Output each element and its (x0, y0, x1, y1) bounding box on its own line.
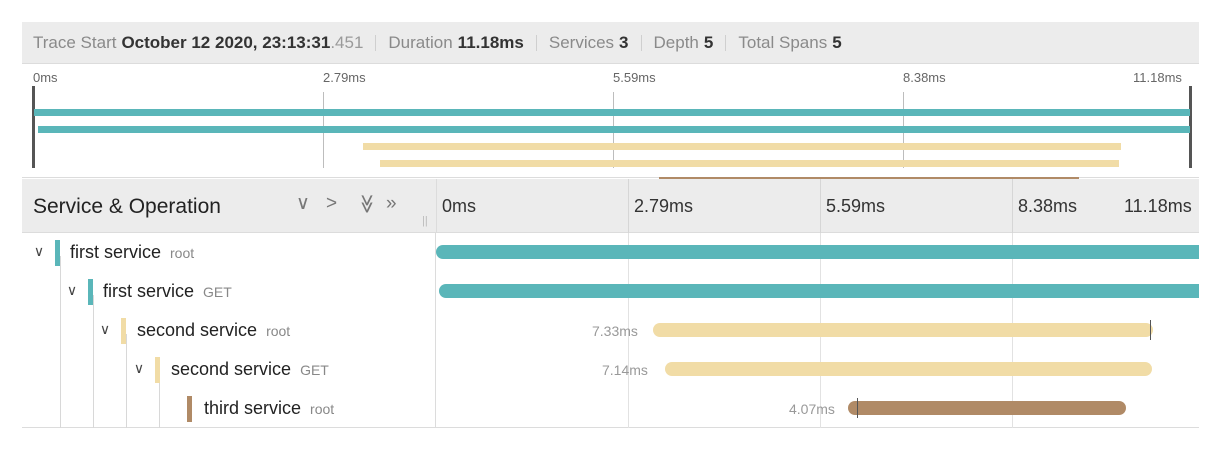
total-spans-value: 5 (832, 32, 842, 52)
collapse-one-button[interactable]: ∨ (296, 193, 310, 215)
service-name: third service root (204, 398, 335, 418)
timeline-gridline (820, 179, 821, 233)
span-bar[interactable] (436, 245, 1199, 259)
timeline-tick-label: 2.79ms (634, 196, 694, 216)
timeline-gridline (1012, 179, 1013, 233)
trace-page: Trace Start October 12 2020, 23:13:31.45… (22, 22, 1199, 430)
minimap-tick-label: 0ms (33, 70, 58, 85)
trace-minimap[interactable]: 0ms 2.79ms 5.59ms 8.38ms 11.18ms (22, 64, 1199, 184)
service-name: first service GET (103, 281, 232, 301)
service-name: second service root (137, 320, 291, 340)
timeline-tick-label: 5.59ms (826, 196, 886, 216)
trace-summary-header: Trace Start October 12 2020, 23:13:31.45… (22, 22, 1199, 64)
chevron-down-icon[interactable]: ∨ (64, 282, 80, 299)
operation-name: GET (203, 284, 232, 300)
header-divider (535, 34, 537, 51)
span-rows: ∨ first service root ∨ first service GET ∨… (22, 233, 1199, 428)
collapse-all-button[interactable]: ≫ (355, 194, 377, 214)
span-log-marker (857, 398, 858, 418)
span-duration-label: 7.14ms (602, 362, 648, 378)
operation-name: root (310, 401, 335, 417)
span-row[interactable]: third service root 4.07ms (22, 389, 1199, 428)
service-name: second service GET (171, 359, 329, 379)
column-resize-handle[interactable]: || (422, 215, 428, 227)
span-name-cell[interactable]: ∨ second service GET (22, 350, 436, 389)
trace-start-label: Trace Start (33, 32, 117, 52)
service-color-swatch (88, 279, 93, 305)
minimap-span-bar (362, 143, 1121, 150)
depth-value: 5 (703, 32, 714, 52)
chevron-down-icon[interactable]: ∨ (31, 243, 47, 260)
trace-services: Services 3 (549, 33, 629, 53)
span-row[interactable]: ∨ second service GET 7.14ms (22, 350, 1199, 389)
timeline-tick-label: 11.18ms (1124, 196, 1192, 216)
minimap-tick-label: 2.79ms (323, 70, 366, 85)
minimap-tick-label: 8.38ms (903, 70, 946, 85)
span-log-marker (1150, 320, 1151, 340)
services-value: 3 (619, 32, 629, 52)
timeline-tick-label: 8.38ms (1018, 196, 1078, 216)
minimap-span-bar (34, 109, 1190, 116)
header-divider (640, 34, 642, 51)
operation-name: GET (300, 362, 329, 378)
timeline-gridline (628, 179, 629, 233)
depth-label: Depth (653, 32, 699, 52)
span-duration-label: 7.33ms (592, 323, 638, 339)
timeline-header: Service & Operation ∨ > ≫ » || 0ms 2.79m… (22, 179, 1199, 233)
span-row[interactable]: ∨ second service root 7.33ms (22, 311, 1199, 350)
span-bar[interactable] (664, 362, 1152, 376)
service-color-swatch (155, 357, 160, 383)
duration-value: 11.18ms (457, 32, 524, 52)
duration-label: Duration (388, 32, 453, 52)
trace-depth: Depth 5 (654, 33, 714, 53)
service-color-swatch (55, 240, 60, 266)
span-name-cell[interactable]: ∨ second service root (22, 311, 436, 350)
trace-start-value: October 12 2020, 23:13:31.451 (121, 32, 364, 52)
operation-name: root (266, 323, 291, 339)
trace-duration: Duration 11.18ms (388, 33, 523, 53)
minimap-tick-label: 5.59ms (613, 70, 656, 85)
expand-all-button[interactable]: » (386, 193, 397, 215)
service-color-swatch (121, 318, 126, 344)
trace-start-ms: .451 (330, 32, 364, 52)
service-color-swatch (187, 396, 192, 422)
expand-one-button[interactable]: > (326, 193, 337, 215)
minimap-left-handle[interactable] (32, 86, 35, 168)
service-operation-column-title: Service & Operation (33, 195, 221, 218)
chevron-down-icon[interactable]: ∨ (131, 360, 147, 377)
span-bar[interactable] (653, 323, 1154, 337)
timeline-tick-label: 0ms (442, 196, 477, 216)
total-spans-label: Total Spans (738, 32, 828, 52)
column-divider (436, 179, 437, 233)
minimap-tick-label: 11.18ms (1133, 70, 1182, 85)
header-divider (725, 34, 727, 51)
header-divider (375, 34, 377, 51)
trace-total-spans: Total Spans 5 (738, 33, 841, 53)
services-label: Services (548, 32, 615, 52)
chevron-down-icon[interactable]: ∨ (97, 321, 113, 338)
service-name: first service root (70, 242, 195, 262)
minimap-span-bar (38, 126, 1190, 133)
span-name-cell[interactable]: third service root (22, 389, 436, 428)
minimap-span-bar (380, 160, 1119, 167)
span-name-cell[interactable]: ∨ first service GET (22, 272, 436, 311)
span-bar[interactable] (438, 284, 1199, 298)
span-row[interactable]: ∨ first service root (22, 233, 1199, 272)
operation-name: root (170, 245, 195, 261)
span-duration-label: 4.07ms (789, 401, 835, 417)
span-bar[interactable] (848, 401, 1126, 415)
trace-start: Trace Start October 12 2020, 23:13:31.45… (33, 33, 363, 53)
span-name-cell[interactable]: ∨ first service root (22, 233, 436, 272)
span-row[interactable]: ∨ first service GET (22, 272, 1199, 311)
